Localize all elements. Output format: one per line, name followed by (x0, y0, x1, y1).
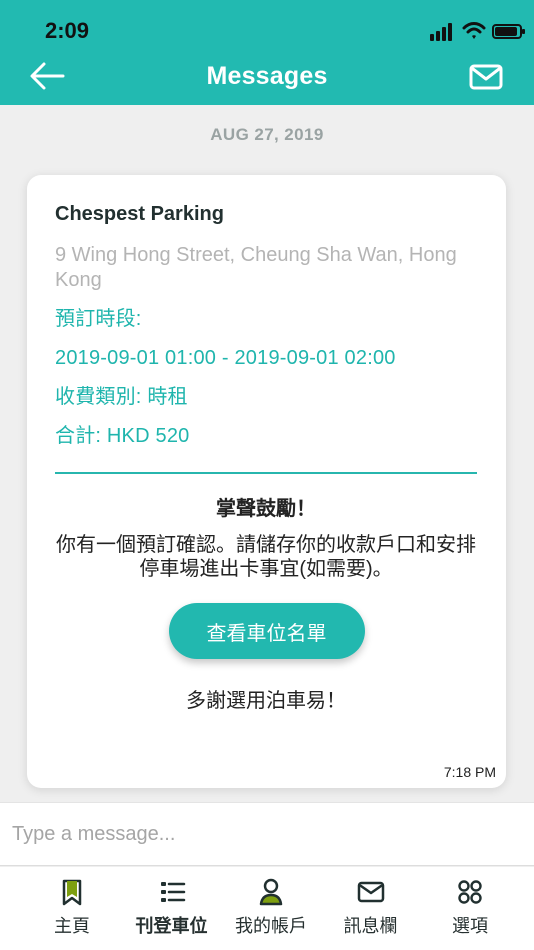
messages-screen: 2:09 Messages AUG 27, 2019 Chespest Park… (0, 0, 534, 950)
battery-fill (495, 27, 517, 36)
options-icon (458, 880, 482, 904)
nav-list-parking-label: 刊登車位 (135, 916, 208, 936)
message-composer (0, 802, 534, 866)
page-title: Messages (206, 62, 328, 90)
wifi-icon (462, 22, 486, 39)
header-mail-button[interactable] (468, 60, 504, 94)
message-date: AUG 27, 2019 (210, 125, 324, 144)
message-timestamp: 7:18 PM (443, 764, 496, 780)
parking-address: 9 Wing Hong Street, Cheung Sha Wan, Hong… (55, 244, 457, 291)
nav-home[interactable]: 主頁 (28, 877, 116, 945)
status-icons (422, 20, 525, 44)
status-time: 2:09 (45, 18, 90, 43)
bottom-navigation: 主頁 刊登車位 我的帳戶 訊息欄 選項 (0, 867, 534, 950)
message-card: Chespest Parking 9 Wing Hong Street, Che… (27, 175, 506, 788)
nav-options-label: 選項 (452, 916, 488, 936)
nav-options[interactable]: 選項 (426, 877, 514, 945)
mail-icon (357, 881, 384, 903)
congrats-heading: 掌聲鼓勵！ (216, 498, 316, 520)
user-icon (259, 878, 283, 906)
booking-total: 合計: HKD 520 (55, 425, 190, 447)
list-icon (160, 882, 185, 902)
bookmark-icon (62, 879, 82, 906)
booking-instruction: 你有一個預訂確認。請儲存你的收款戶口和安排停車場進出卡事宜(如需要)。 (56, 534, 476, 580)
message-divider (55, 472, 477, 474)
nav-list-parking[interactable]: 刊登車位 (128, 877, 216, 945)
booking-period-value: 2019-09-01 01:00 - 2019-09-01 02:00 (55, 347, 396, 369)
parking-name: Chespest Parking (55, 203, 224, 225)
nav-account[interactable]: 我的帳戶 (227, 877, 315, 945)
battery-icon (492, 24, 525, 39)
app-header: 2:09 Messages (0, 0, 534, 105)
message-input[interactable] (0, 803, 534, 865)
mail-icon (469, 64, 503, 90)
booking-period-label: 預訂時段: (55, 308, 142, 330)
signal-icon (430, 23, 454, 41)
nav-messages-label: 訊息欄 (343, 916, 398, 936)
thanks-message: 多謝選用泊車易！ (186, 690, 346, 712)
nav-home-label: 主頁 (54, 916, 90, 936)
nav-messages[interactable]: 訊息欄 (327, 877, 415, 945)
fee-type: 收費類別: 時租 (55, 386, 188, 408)
nav-account-label: 我的帳戶 (235, 916, 307, 936)
view-parking-list-button[interactable]: 查看車位名單 (168, 603, 365, 659)
